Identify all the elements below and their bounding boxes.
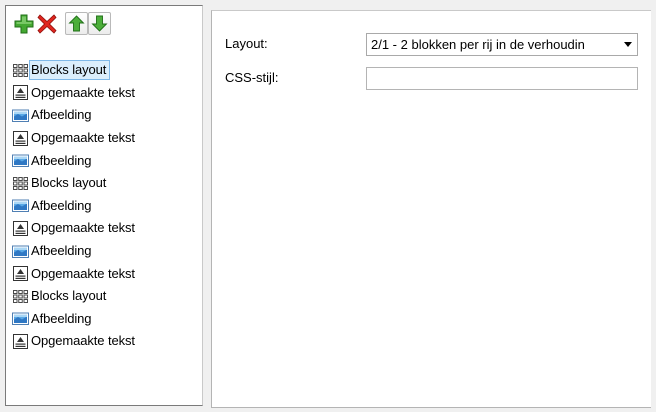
tree-item[interactable]: Opgemaakte tekst — [12, 330, 198, 353]
blocks-layout-icon — [12, 176, 29, 191]
tree-item[interactable]: Afbeelding — [12, 308, 198, 331]
formatted-text-icon — [12, 333, 29, 349]
add-icon — [14, 14, 34, 34]
image-icon — [12, 198, 29, 213]
image-icon — [12, 153, 29, 168]
move-up-icon — [68, 15, 85, 32]
blocks-layout-icon — [12, 63, 29, 78]
move-up-button[interactable] — [65, 12, 88, 35]
tree-item-label: Afbeelding — [31, 243, 92, 259]
delete-icon — [37, 14, 57, 34]
image-icon — [12, 108, 29, 123]
tree-item[interactable]: Afbeelding — [12, 149, 198, 172]
tree-item-label: Opgemaakte tekst — [31, 220, 135, 236]
tree-item-label: Opgemaakte tekst — [31, 130, 135, 146]
add-block-button[interactable] — [12, 12, 35, 35]
formatted-text-icon — [12, 220, 29, 236]
move-down-icon — [91, 15, 108, 32]
layout-label: Layout: — [225, 36, 268, 51]
delete-block-button[interactable] — [35, 12, 58, 35]
tree-item-label: Afbeelding — [31, 152, 92, 168]
tree-item-label: Opgemaakte tekst — [31, 84, 135, 100]
tree-item[interactable]: Blocks layout — [12, 59, 198, 82]
tree-item[interactable]: Opgemaakte tekst — [12, 82, 198, 105]
tree-item-label: Opgemaakte tekst — [31, 265, 135, 281]
blocks-panel: Blocks layout Opgemaakte tekst Afbeelding O… — [5, 5, 203, 406]
tree-item-label: Afbeelding — [31, 107, 92, 123]
tree-item[interactable]: Blocks layout — [12, 285, 198, 308]
tree-item-label: Afbeelding — [31, 197, 92, 213]
formatted-text-icon — [12, 85, 29, 101]
tree-item-label: Opgemaakte tekst — [31, 333, 135, 349]
tree-item[interactable]: Opgemaakte tekst — [12, 217, 198, 240]
blocks-layout-icon — [12, 289, 29, 304]
properties-panel: Layout: 2/1 - 2 blokken per rij in de ve… — [211, 10, 651, 408]
blocks-tree: Blocks layout Opgemaakte tekst Afbeelding O… — [12, 59, 198, 353]
css-style-label: CSS-stijl: — [225, 70, 279, 85]
tree-item[interactable]: Opgemaakte tekst — [12, 262, 198, 285]
blocks-toolbar — [12, 12, 198, 40]
tree-item[interactable]: Afbeelding — [12, 104, 198, 127]
tree-item-label: Blocks layout — [31, 175, 107, 191]
layout-select-value: 2/1 - 2 blokken per rij in de verhoudin — [371, 37, 585, 52]
chevron-down-icon — [624, 42, 632, 47]
formatted-text-icon — [12, 266, 29, 282]
image-icon — [12, 244, 29, 259]
move-down-button[interactable] — [88, 12, 111, 35]
formatted-text-icon — [12, 130, 29, 146]
tree-item[interactable]: Afbeelding — [12, 195, 198, 218]
image-icon — [12, 311, 29, 326]
css-style-input[interactable] — [366, 67, 638, 90]
tree-item-label: Blocks layout — [28, 60, 111, 81]
tree-item-label: Afbeelding — [31, 310, 92, 326]
tree-item[interactable]: Afbeelding — [12, 240, 198, 263]
tree-item[interactable]: Blocks layout — [12, 172, 198, 195]
tree-item[interactable]: Opgemaakte tekst — [12, 127, 198, 150]
layout-select[interactable]: 2/1 - 2 blokken per rij in de verhoudin — [366, 33, 638, 56]
tree-item-label: Blocks layout — [31, 288, 107, 304]
